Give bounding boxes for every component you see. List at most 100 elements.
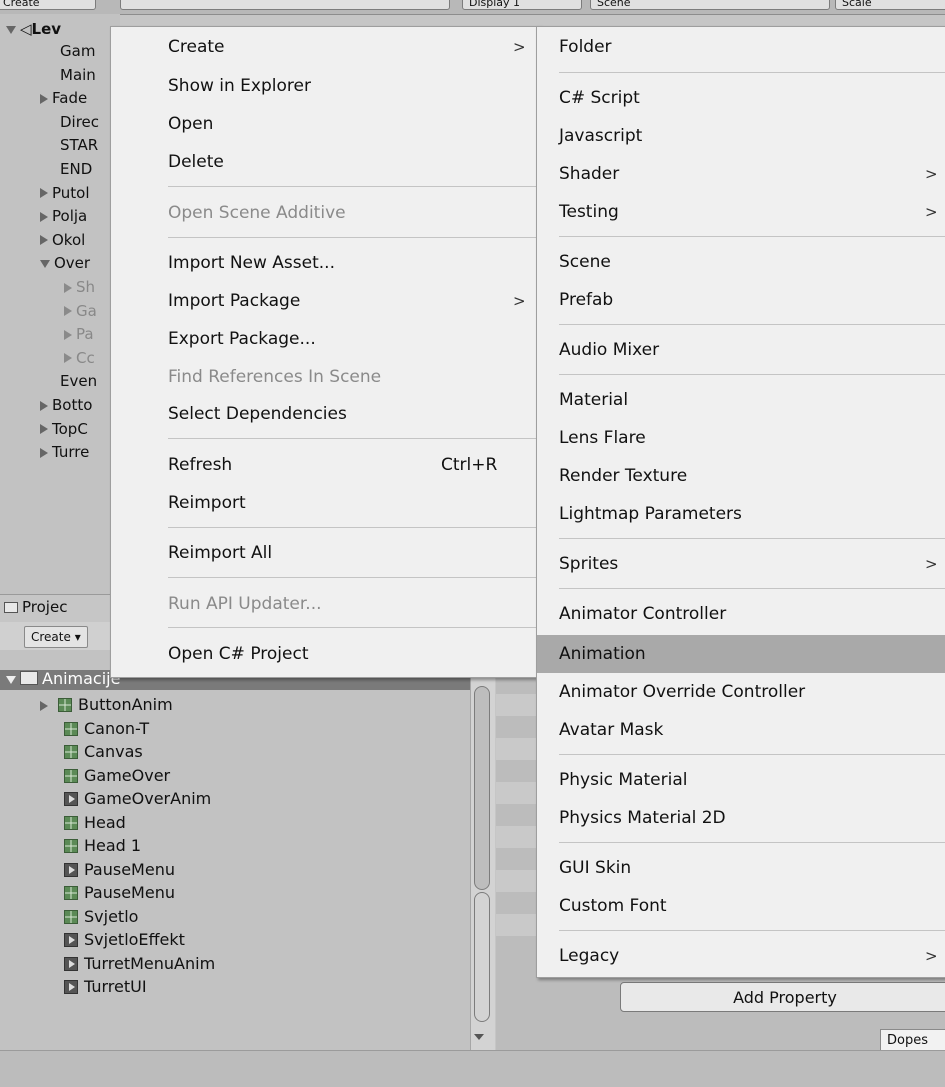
hierarchy-item[interactable]: Fade (40, 87, 87, 109)
asset-row[interactable]: Canon-T (64, 718, 149, 740)
menu-item-reimport[interactable]: Reimport (111, 488, 539, 518)
menu-item-refresh[interactable]: Refresh Ctrl+R (111, 450, 539, 480)
submenu-item-legacy[interactable]: Legacy > (537, 941, 945, 971)
expand-arrow-icon[interactable] (40, 700, 48, 711)
submenu-item-custom-font[interactable]: Custom Font (537, 891, 945, 921)
display-dropdown[interactable]: Display 1 (462, 0, 582, 10)
expand-arrow-icon[interactable] (40, 188, 48, 199)
hierarchy-item[interactable]: TopC (40, 418, 88, 440)
hierarchy-item[interactable]: Polja (40, 205, 87, 227)
hierarchy-item[interactable]: Main (60, 64, 96, 86)
submenu-item-sprites[interactable]: Sprites > (537, 549, 945, 579)
submenu-item-avatar-mask[interactable]: Avatar Mask (537, 715, 945, 745)
asset-row[interactable]: GameOver (64, 765, 170, 787)
menu-item-create[interactable]: Create > (111, 32, 539, 62)
submenu-item-gui-skin[interactable]: GUI Skin (537, 853, 945, 883)
expand-arrow-icon[interactable] (40, 235, 48, 246)
menu-item-show-in-explorer[interactable]: Show in Explorer (111, 71, 539, 101)
hierarchy-item[interactable]: Botto (40, 394, 92, 416)
expand-arrow-icon[interactable] (40, 400, 48, 411)
menu-item-select-dependencies[interactable]: Select Dependencies (111, 399, 539, 429)
hierarchy-item[interactable]: Even (60, 370, 97, 392)
hierarchy-item[interactable]: Okol (40, 229, 85, 251)
asset-row[interactable]: TurretMenuAnim (64, 953, 215, 975)
submenu-item-physic-material[interactable]: Physic Material (537, 765, 945, 795)
menu-item-delete[interactable]: Delete (111, 147, 539, 177)
submenu-item-lightmap-parameters[interactable]: Lightmap Parameters (537, 499, 945, 529)
submenu-item-scene[interactable]: Scene (537, 247, 945, 277)
submenu-item-physics-material-2d[interactable]: Physics Material 2D (537, 803, 945, 833)
folder-row-animacije[interactable]: Animacije (6, 668, 120, 690)
submenu-item-animator-override-controller[interactable]: Animator Override Controller (537, 677, 945, 707)
submenu-item-csharp-script[interactable]: C# Script (537, 83, 945, 113)
hierarchy-item[interactable]: Over (40, 252, 90, 274)
submenu-item-audio-mixer[interactable]: Audio Mixer (537, 335, 945, 365)
asset-row[interactable]: GameOverAnim (64, 788, 211, 810)
controller-icon (64, 721, 78, 736)
scale-control[interactable]: Scale (835, 0, 945, 10)
menu-separator (559, 754, 945, 755)
dopesheet-tab[interactable]: Dopes (880, 1029, 945, 1051)
menu-item-reimport-all[interactable]: Reimport All (111, 538, 539, 568)
menu-item-import-package[interactable]: Import Package > (111, 286, 539, 316)
menu-item-open-csharp-project[interactable]: Open C# Project (111, 639, 539, 669)
hierarchy-scene-root[interactable]: ◁Lev (6, 18, 61, 40)
expand-arrow-icon[interactable] (40, 447, 48, 458)
scene-dropdown[interactable]: Scene (590, 0, 830, 10)
submenu-item-lens-flare[interactable]: Lens Flare (537, 423, 945, 453)
collapse-arrow-icon[interactable] (40, 259, 50, 268)
menu-separator (559, 324, 945, 325)
hierarchy-item-label: Sh (76, 278, 96, 296)
asset-row[interactable]: Svjetlo (64, 906, 138, 928)
submenu-item-javascript[interactable]: Javascript (537, 121, 945, 151)
project-scrollbar-track[interactable] (474, 892, 490, 1022)
hierarchy-item[interactable]: Gam (60, 40, 95, 62)
expand-arrow-icon[interactable] (64, 306, 72, 317)
expand-arrow-icon[interactable] (40, 424, 48, 435)
hierarchy-item[interactable]: Ga (64, 300, 97, 322)
menu-item-open[interactable]: Open (111, 109, 539, 139)
submenu-item-folder[interactable]: Folder (537, 32, 945, 62)
submenu-item-material[interactable]: Material (537, 385, 945, 415)
menu-item-export-package[interactable]: Export Package... (111, 324, 539, 354)
submenu-item-prefab[interactable]: Prefab (537, 285, 945, 315)
asset-row[interactable]: Canvas (64, 741, 143, 763)
asset-row[interactable]: ButtonAnim (40, 694, 173, 716)
toolbar-create-button[interactable]: Create (0, 0, 96, 10)
expand-arrow-icon[interactable] (6, 675, 16, 684)
menu-separator (168, 627, 539, 628)
hierarchy-item-label: STAR (60, 136, 99, 155)
hierarchy-item[interactable]: STAR (60, 134, 98, 156)
asset-row[interactable]: TurretUI (64, 976, 147, 998)
asset-row[interactable]: PauseMenu (64, 882, 175, 904)
asset-row[interactable]: PauseMenu (64, 859, 175, 881)
asset-row[interactable]: Head (64, 812, 126, 834)
menu-item-import-new-asset[interactable]: Import New Asset... (111, 248, 539, 278)
expand-arrow-icon[interactable] (40, 211, 48, 222)
asset-row[interactable]: SvjetloEffekt (64, 929, 185, 951)
hierarchy-item[interactable]: Putol (40, 182, 90, 204)
submenu-item-render-texture[interactable]: Render Texture (537, 461, 945, 491)
hierarchy-item[interactable]: Direc (60, 111, 99, 133)
submenu-item-animator-controller[interactable]: Animator Controller (537, 599, 945, 629)
project-scrollbar-thumb[interactable] (474, 686, 490, 890)
submenu-item-animation[interactable]: Animation (537, 635, 945, 673)
project-tab[interactable]: Projec (0, 594, 120, 623)
expand-arrow-icon[interactable] (40, 93, 48, 104)
hierarchy-item[interactable]: Turre (40, 441, 89, 463)
asset-row[interactable]: Head 1 (64, 835, 141, 857)
submenu-item-shader[interactable]: Shader > (537, 159, 945, 189)
hierarchy-item[interactable]: Pa (64, 323, 94, 345)
hierarchy-item[interactable]: Sh (64, 276, 95, 298)
expand-arrow-icon[interactable] (6, 25, 16, 34)
hierarchy-item[interactable]: END (60, 158, 92, 180)
scroll-down-arrow-icon[interactable] (474, 1034, 484, 1040)
hierarchy-item[interactable]: Cc (64, 347, 95, 369)
expand-arrow-icon[interactable] (64, 282, 72, 293)
expand-arrow-icon[interactable] (64, 329, 72, 340)
project-create-button[interactable]: Create ▾ (24, 626, 88, 648)
add-property-button[interactable]: Add Property (620, 982, 945, 1012)
expand-arrow-icon[interactable] (64, 353, 72, 364)
hierarchy-search-input[interactable] (120, 0, 450, 10)
submenu-item-testing[interactable]: Testing > (537, 197, 945, 227)
